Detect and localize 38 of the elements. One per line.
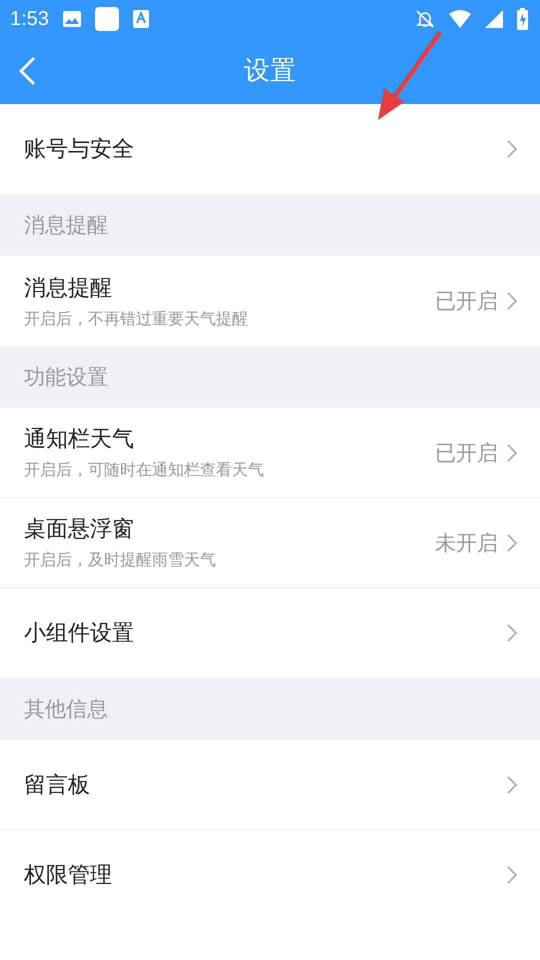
signal-icon xyxy=(485,10,503,28)
row-title: 桌面悬浮窗 xyxy=(24,516,135,544)
status-time: 1:53 xyxy=(10,8,49,30)
page-title: 设置 xyxy=(244,54,296,88)
settings-row[interactable]: 消息提醒 开启后，不再错过重要天气提醒 已开启 xyxy=(0,256,540,346)
row-title: 通知栏天气 xyxy=(24,426,135,454)
settings-row[interactable]: 小组件设置 xyxy=(0,588,540,678)
muted-bell-icon xyxy=(415,9,435,29)
chevron-icon xyxy=(506,442,518,462)
row-subtitle: 开启后，可随时在通知栏查看天气 xyxy=(24,460,265,481)
status-text: 已开启 xyxy=(435,288,498,315)
row-title: 留言板 xyxy=(24,772,91,800)
row-subtitle: 开启后，及时提醒雨雪天气 xyxy=(24,550,217,571)
chevron-icon xyxy=(506,291,518,311)
chevron-icon xyxy=(506,774,518,794)
settings-row[interactable]: 通知栏天气 开启后，可随时在通知栏查看天气 已开启 xyxy=(0,408,540,498)
row-title: 小组件设置 xyxy=(24,620,135,648)
settings-row[interactable]: 桌面悬浮窗 开启后，及时提醒雨雪天气 未开启 xyxy=(0,498,540,588)
settings-row[interactable]: 权限管理 xyxy=(0,830,540,920)
row-title: 账号与安全 xyxy=(24,136,135,164)
section-header: 消息提醒 xyxy=(24,212,108,239)
wifi-icon xyxy=(449,10,471,28)
battery-icon xyxy=(517,8,528,30)
settings-row[interactable]: 留言板 xyxy=(0,740,540,830)
status-text: 已开启 xyxy=(435,440,498,466)
image-icon xyxy=(62,11,81,27)
section-header: 其他信息 xyxy=(24,696,108,723)
square-icon xyxy=(94,7,119,31)
status-text: 未开启 xyxy=(435,530,498,556)
chevron-icon xyxy=(506,623,518,643)
chevron-icon xyxy=(506,139,518,159)
chevron-icon xyxy=(506,532,518,552)
settings-row[interactable]: 账号与安全 xyxy=(0,104,540,194)
row-subtitle: 开启后，不再错过重要天气提醒 xyxy=(24,308,249,330)
section-header: 功能设置 xyxy=(24,364,108,391)
row-title: 权限管理 xyxy=(24,862,113,890)
chevron-icon xyxy=(506,865,518,885)
row-title: 消息提醒 xyxy=(24,274,113,302)
